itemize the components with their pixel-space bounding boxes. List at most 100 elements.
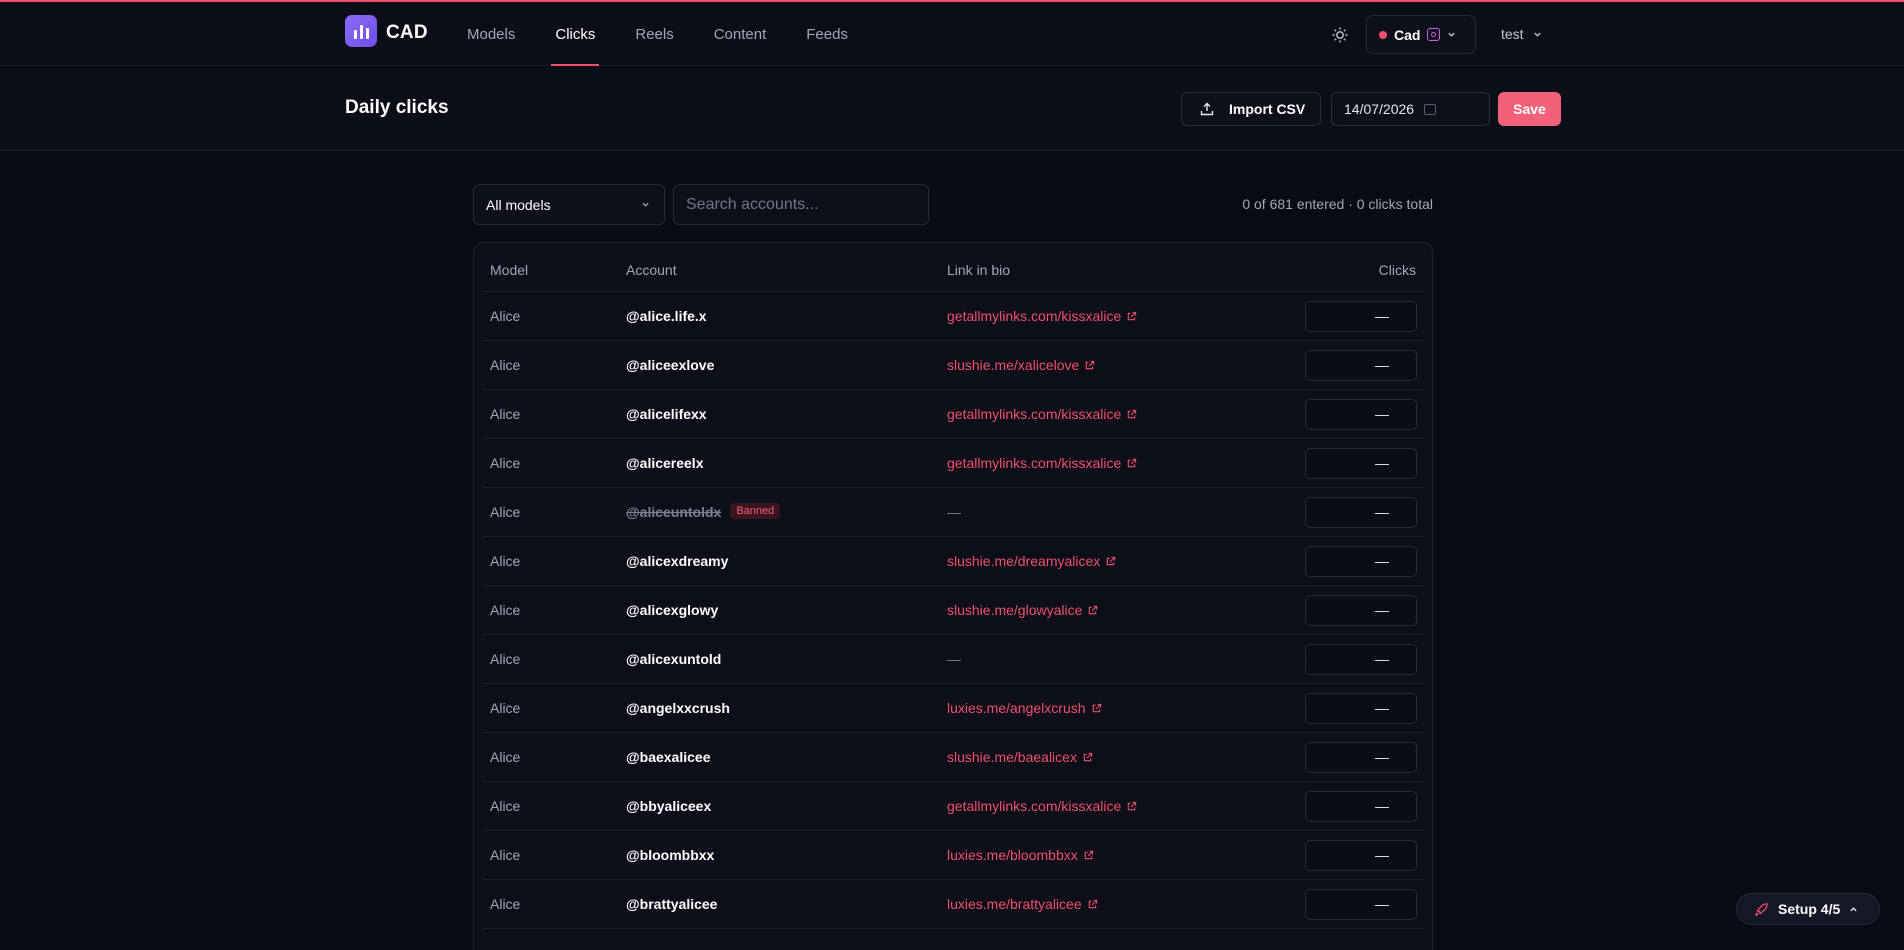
external-link-icon[interactable] (1105, 556, 1116, 567)
date-input[interactable]: 14/07/2026 (1331, 92, 1490, 126)
page-header: Daily clicks Import CSV 14/07/2026 Save (0, 67, 1904, 151)
external-link-icon[interactable] (1126, 458, 1137, 469)
link-text[interactable]: slushie.me/baealicex (947, 749, 1077, 765)
row-link[interactable]: luxies.me/bloombbxx (947, 847, 1094, 863)
row-model: Alice (490, 700, 521, 716)
table-row: Alice @bloombbxx luxies.me/bloombbxx — (482, 831, 1424, 880)
row-account: @alicexuntold (626, 651, 721, 667)
row-link[interactable]: getallmylinks.com/kissxalice (947, 455, 1137, 471)
row-link[interactable]: slushie.me/baealicex (947, 749, 1093, 765)
table-row: Alice @angelxxcrush luxies.me/angelxcrush — (482, 684, 1424, 733)
model-filter-value: All models (486, 196, 551, 213)
clicks-input[interactable]: — (1305, 889, 1417, 920)
link-text[interactable]: slushie.me/xalicelove (947, 357, 1079, 373)
external-link-icon[interactable] (1087, 899, 1098, 910)
link-text[interactable]: luxies.me/angelxcrush (947, 700, 1086, 716)
external-link-icon[interactable] (1091, 703, 1102, 714)
clicks-input[interactable]: — (1305, 791, 1417, 822)
row-link[interactable]: luxies.me/angelxcrush (947, 700, 1102, 716)
clicks-input[interactable]: — (1305, 693, 1417, 724)
account-handle: @baexalicee (626, 749, 711, 765)
link-text[interactable]: getallmylinks.com/kissxalice (947, 455, 1121, 471)
link-text[interactable]: slushie.me/dreamyalicex (947, 553, 1100, 569)
entries-summary: 0 of 681 entered · 0 clicks total (1242, 196, 1433, 212)
clicks-input[interactable]: — (1305, 546, 1417, 577)
account-handle: @aliceexlove (626, 357, 715, 373)
row-link: — (947, 651, 961, 667)
chevron-down-icon (642, 202, 649, 207)
row-account: @angelxxcrush (626, 700, 730, 716)
nav-content[interactable]: Content (714, 2, 767, 66)
clicks-input[interactable]: — (1305, 742, 1417, 773)
row-account: @baexalicee (626, 749, 711, 765)
chevron-down-icon (1533, 32, 1541, 37)
clicks-input[interactable]: — (1305, 840, 1417, 871)
clicks-input[interactable]: — (1305, 448, 1417, 479)
row-link[interactable]: getallmylinks.com/kissxalice (947, 798, 1137, 814)
search-input[interactable] (673, 184, 929, 225)
row-model: Alice (490, 553, 521, 569)
banned-badge: Banned (730, 503, 781, 519)
row-model: Alice (490, 896, 521, 912)
chevron-up-icon (1850, 906, 1857, 911)
external-link-icon[interactable] (1087, 605, 1098, 616)
clicks-input[interactable]: — (1305, 350, 1417, 381)
row-account: @bloombbxx (626, 847, 714, 863)
import-csv-button[interactable]: Import CSV (1181, 92, 1321, 126)
clicks-table: Model Account Link in bio Clicks Alice @a… (473, 242, 1433, 950)
page-title: Daily clicks (345, 97, 449, 118)
clicks-input[interactable]: — (1305, 595, 1417, 626)
row-link[interactable]: slushie.me/xalicelove (947, 357, 1095, 373)
import-csv-label: Import CSV (1229, 101, 1306, 117)
nav-feeds[interactable]: Feeds (806, 2, 848, 66)
user-menu[interactable]: test (1501, 26, 1542, 42)
link-text[interactable]: luxies.me/bloombbxx (947, 847, 1078, 863)
clicks-input[interactable]: — (1305, 497, 1417, 528)
link-text: — (947, 651, 961, 667)
clicks-input[interactable]: — (1305, 644, 1417, 675)
col-link: Link in bio (947, 262, 1011, 278)
setup-progress-button[interactable]: Setup 4/5 (1736, 893, 1880, 925)
row-link[interactable]: slushie.me/dreamyalicex (947, 553, 1116, 569)
row-link: — (947, 504, 961, 520)
row-account: @aliceexlove (626, 357, 714, 373)
user-name: test (1501, 26, 1524, 42)
row-account: @brattyalicee (626, 896, 717, 912)
app-name[interactable]: CAD (386, 22, 428, 44)
external-link-icon[interactable] (1126, 801, 1137, 812)
link-text[interactable]: slushie.me/glowyalice (947, 602, 1082, 618)
clicks-input[interactable]: — (1305, 399, 1417, 430)
row-model: Alice (490, 749, 521, 765)
clicks-input[interactable]: — (1305, 301, 1417, 332)
link-text[interactable]: getallmylinks.com/kissxalice (947, 798, 1121, 814)
col-clicks: Clicks (1378, 262, 1416, 278)
row-account: @alicelifexx (626, 406, 707, 422)
link-text[interactable]: getallmylinks.com/kissxalice (947, 308, 1121, 324)
external-link-icon[interactable] (1082, 752, 1093, 763)
row-link[interactable]: slushie.me/glowyalice (947, 602, 1098, 618)
external-link-icon[interactable] (1126, 409, 1137, 420)
nav-clicks[interactable]: Clicks (551, 2, 600, 66)
nav-reels[interactable]: Reels (635, 2, 673, 66)
row-link[interactable]: luxies.me/brattyalicee (947, 896, 1098, 912)
save-button[interactable]: Save (1498, 92, 1561, 126)
col-account: Account (626, 262, 677, 278)
row-model: Alice (490, 357, 521, 373)
row-link[interactable]: getallmylinks.com/kissxalice (947, 308, 1137, 324)
model-filter-select[interactable]: All models (473, 184, 665, 225)
row-link[interactable]: getallmylinks.com/kissxalice (947, 406, 1137, 422)
external-link-icon[interactable] (1126, 311, 1137, 322)
app-header: CAD Models Clicks Reels Content Feeds Ca… (0, 2, 1904, 66)
nav-models[interactable]: Models (467, 2, 515, 66)
calendar-icon[interactable] (1424, 103, 1437, 115)
link-text[interactable]: luxies.me/brattyalicee (947, 896, 1082, 912)
external-link-icon[interactable] (1083, 850, 1094, 861)
sun-icon[interactable] (1331, 26, 1349, 44)
account-switcher[interactable]: Cad (1366, 15, 1476, 54)
app-logo-icon[interactable] (345, 15, 377, 47)
row-model: Alice (490, 455, 521, 471)
link-text[interactable]: getallmylinks.com/kissxalice (947, 406, 1121, 422)
external-link-icon[interactable] (1084, 360, 1095, 371)
table-row: Alice @alicexuntold — — (482, 635, 1424, 684)
account-handle: @alicexuntold (626, 651, 722, 667)
